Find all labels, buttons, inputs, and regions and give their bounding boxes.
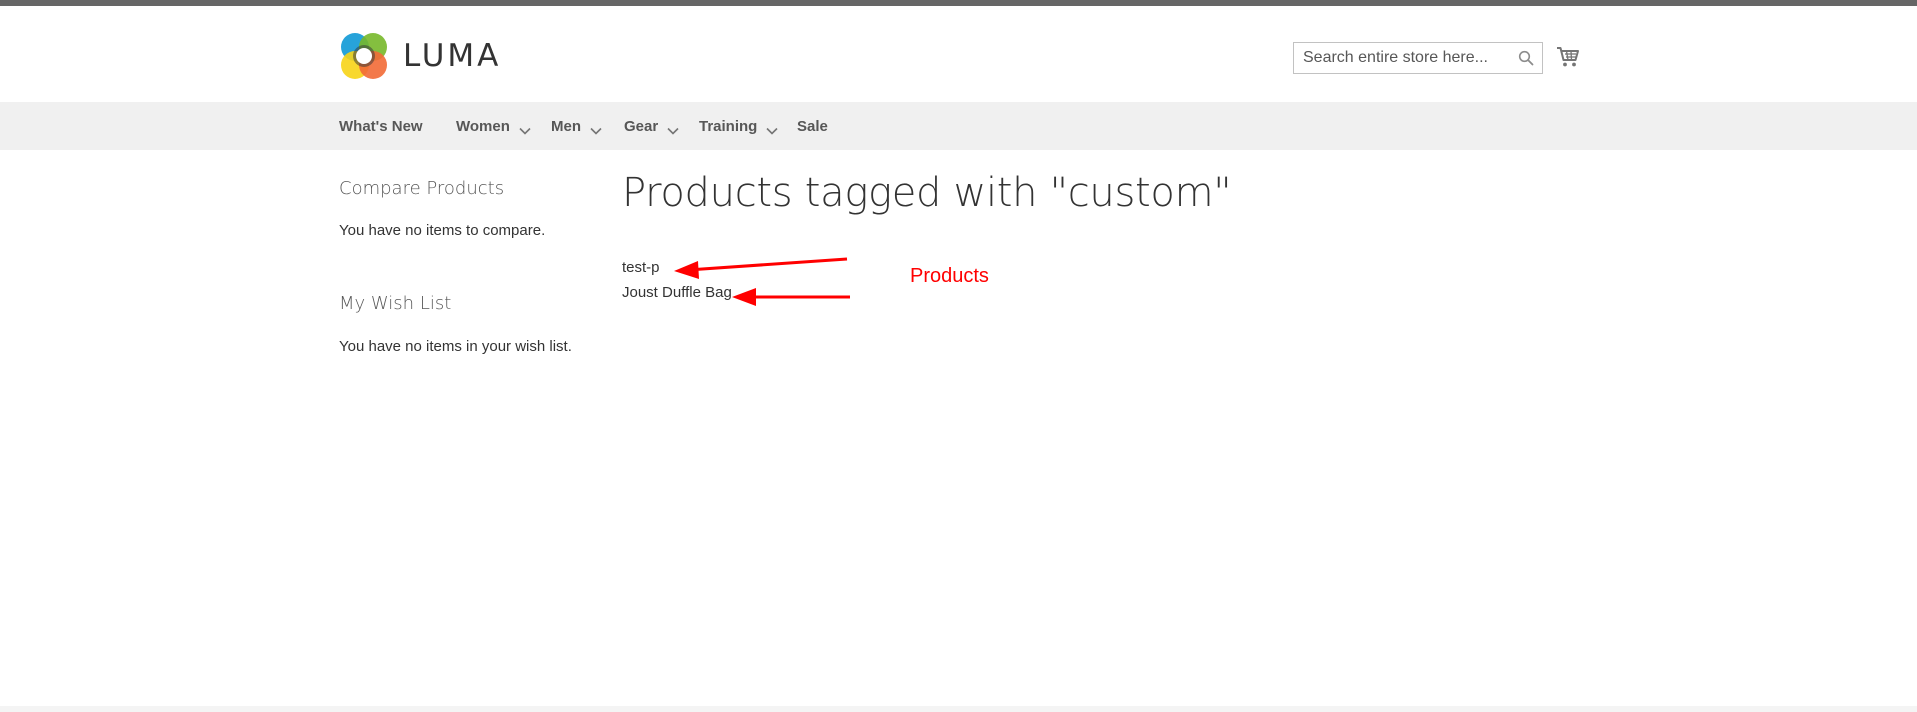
search-box [1293,42,1543,74]
nav-item-label: Women [456,117,510,135]
main-navigation: What's New Women Men Gear Training Sale [0,102,1917,150]
nav-item-label: Training [699,117,758,135]
annotation-label: Products [910,265,989,287]
compare-products-title: Compare Products [339,178,505,199]
chevron-down-icon [590,122,602,135]
page-title: Products tagged with "custom" [622,170,1232,216]
cart-icon[interactable] [1556,46,1580,68]
search-input[interactable] [1303,44,1513,72]
compare-empty-text: You have no items to compare. [339,222,546,239]
product-link-joust-duffle-bag[interactable]: Joust Duffle Bag [622,284,732,301]
luma-logo[interactable]: LUMA [339,28,509,84]
annotation-arrow-1 [674,257,848,279]
nav-item-label: Gear [624,117,659,135]
chevron-down-icon [519,122,531,135]
luma-logo-icon [339,31,389,81]
annotation-arrow-2 [732,288,850,306]
nav-item-sale[interactable]: Sale [797,102,828,150]
wishlist-title: My Wish List [339,293,452,314]
nav-item-gear[interactable]: Gear [624,102,679,150]
site-header: LUMA [0,6,1917,102]
product-link-test-p[interactable]: test-p [622,259,660,276]
footer-strip [0,706,1917,712]
search-icon[interactable] [1518,50,1534,66]
nav-item-women[interactable]: Women [456,102,531,150]
nav-item-whats-new[interactable]: What's New [339,102,423,150]
logo-text: LUMA [403,38,502,74]
chevron-down-icon [766,122,778,135]
nav-item-label: What's New [339,117,423,135]
nav-item-label: Sale [797,117,828,135]
wishlist-empty-text: You have no items in your wish list. [339,338,572,355]
nav-item-training[interactable]: Training [699,102,778,150]
nav-item-men[interactable]: Men [551,102,602,150]
nav-item-label: Men [551,117,581,135]
chevron-down-icon [667,122,679,135]
